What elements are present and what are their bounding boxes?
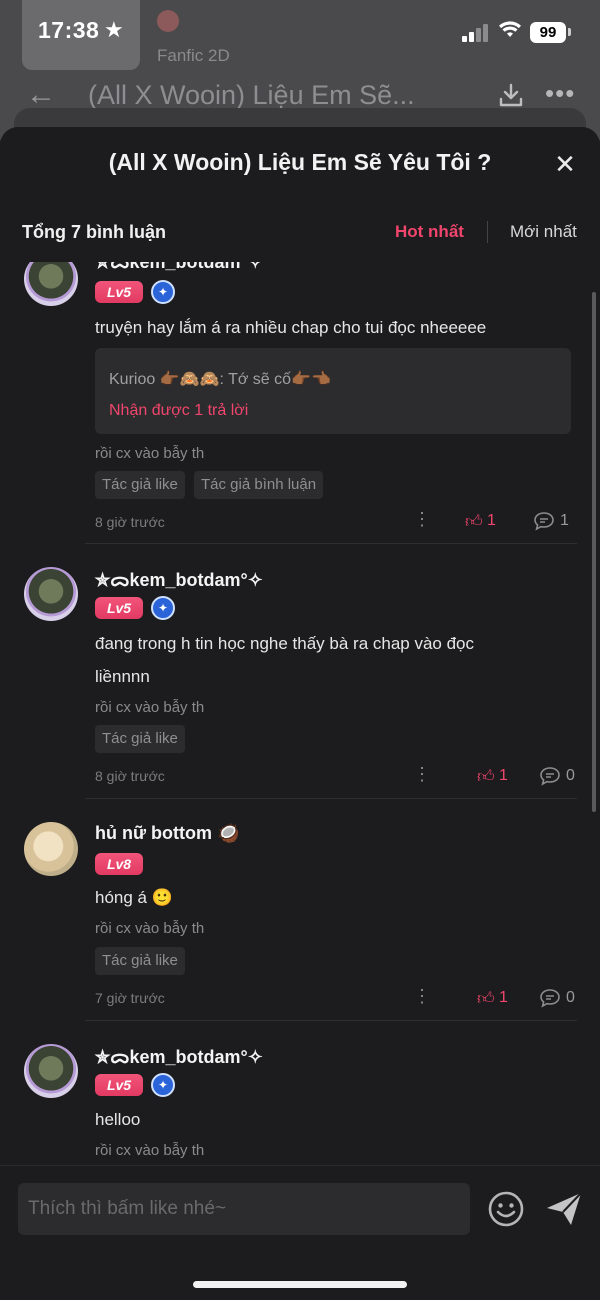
reply-bubble-icon [540, 767, 560, 786]
like-button[interactable]: 👍︎ 1 [477, 988, 527, 1010]
user-signature: rồi cx vào bẫy th [95, 1142, 205, 1159]
author-like-tag: Tác giả like [95, 947, 185, 975]
comment-input-bar [0, 1165, 600, 1300]
reply-button[interactable]: 0 [539, 766, 584, 788]
avatar[interactable] [24, 262, 78, 306]
like-button[interactable]: 👍︎ 1 [477, 766, 527, 788]
battery-indicator: 99 [530, 22, 566, 43]
more-icon[interactable]: ••• [545, 78, 575, 109]
background-subtitle: Fanfic 2D [157, 46, 230, 65]
comment-text: hóng á 🙂 [95, 888, 173, 907]
avatar[interactable] [24, 822, 78, 876]
author-like-tag: Tác giả like [95, 725, 185, 753]
dots-icon[interactable]: ⋮ [413, 765, 431, 783]
back-arrow-icon[interactable]: ← [26, 80, 56, 110]
like-count: 1 [499, 989, 508, 1006]
emoji-icon[interactable] [487, 1190, 525, 1228]
view-replies-link[interactable]: Nhận được 1 trả lời [109, 402, 248, 420]
comment-separator [85, 543, 577, 544]
home-indicator[interactable] [193, 1281, 407, 1288]
like-button[interactable]: 👍︎ 1 [465, 511, 515, 533]
level-badge: Lv5 [95, 281, 143, 303]
avatar[interactable] [24, 567, 78, 621]
comment-username[interactable]: hủ nữ bottom 🥥 [95, 823, 239, 844]
reply-preview[interactable]: Kurioo 👉🏾🙈🙈: Tớ sẽ cố👉🏾👈🏾 Nhận được 1 tr… [95, 348, 571, 434]
user-signature: rồi cx vào bẫy th [95, 445, 205, 462]
sort-new-tab[interactable]: Mới nhất [510, 222, 577, 242]
send-icon[interactable] [544, 1189, 584, 1229]
scrollbar[interactable] [592, 292, 596, 812]
level-badge: Lv5 [95, 1074, 143, 1096]
comment-username[interactable]: ✮ᯅkem_botdam°✧ [95, 568, 263, 592]
comment-input[interactable] [18, 1183, 470, 1235]
thumbs-up-icon: 👍︎ [465, 512, 483, 531]
comment-username[interactable]: ✮ᯅkem_botdam°✧ [95, 1045, 263, 1069]
comment-time: 8 giờ trước [95, 514, 165, 530]
author-comment-tag: Tác giả bình luận [194, 471, 324, 499]
comment-text-continued: liềnnnn [95, 667, 150, 686]
wifi-icon [499, 21, 521, 37]
app-icon [157, 10, 179, 32]
comment-separator [85, 798, 577, 799]
comment-text: đang trong h tin học nghe thấy bà ra cha… [95, 634, 474, 653]
thumbs-up-icon: 👍︎ [477, 767, 495, 786]
author-like-tag: Tác giả like [95, 471, 185, 499]
comment-time: 7 giờ trước [95, 990, 165, 1006]
reply-count: 1 [560, 512, 569, 529]
avatar[interactable] [24, 1044, 78, 1098]
like-count: 1 [499, 767, 508, 784]
reply-button[interactable]: 1 [533, 511, 578, 533]
sheet-title: (All X Wooin) Liệu Em Sẽ Yêu Tôi ? [108, 149, 492, 175]
comments-sheet: (All X Wooin) Liệu Em Sẽ Yêu Tôi ? ✕ Tổn… [0, 127, 600, 1299]
medal-icon: ✦ [151, 280, 175, 304]
comment-text: helloo [95, 1110, 141, 1129]
medal-icon: ✦ [151, 596, 175, 620]
star-icon: ★ [104, 17, 124, 42]
sort-hot-tab[interactable]: Hot nhất [395, 222, 464, 242]
comment-count: Tổng 7 bình luận [22, 222, 166, 242]
level-badge: Lv8 [95, 853, 143, 875]
reply-count: 0 [566, 989, 575, 1006]
reply-bubble-icon [540, 989, 560, 1008]
reply-button[interactable]: 0 [539, 988, 584, 1010]
dots-icon[interactable]: ⋮ [413, 510, 431, 528]
background-title: (All X Wooin) Liệu Em Sẽ... [88, 80, 415, 110]
background-app: Fanfic 2D 17:38 ★ 99 ← (All X Wooin) Liệ… [0, 0, 600, 140]
reply-bubble-icon [534, 512, 554, 531]
signal-icon [462, 22, 492, 42]
like-count: 1 [487, 512, 496, 529]
thumbs-up-icon: 👍︎ [477, 989, 495, 1008]
download-icon[interactable] [498, 82, 524, 108]
sort-divider [487, 221, 488, 243]
reply-count: 0 [566, 767, 575, 784]
reply-preview-text: Kurioo 👉🏾🙈🙈: Tớ sẽ cố👉🏾👈🏾 [109, 371, 331, 388]
comment-text: truyện hay lắm á ra nhiều chap cho tui đ… [95, 318, 487, 337]
dots-icon[interactable]: ⋮ [413, 987, 431, 1005]
close-icon[interactable]: ✕ [548, 147, 582, 181]
battery-tip [568, 28, 571, 36]
status-time: 17:38 [38, 17, 100, 43]
comment-separator [85, 1020, 577, 1021]
comment-time: 8 giờ trước [95, 768, 165, 784]
level-badge: Lv5 [95, 597, 143, 619]
comment-username[interactable]: ✮ᯅkem_botdam°✧ [95, 262, 263, 274]
user-signature: rồi cx vào bẫy th [95, 699, 205, 716]
comment-list[interactable]: ✮ᯅkem_botdam°✧ Lv5 ✦ truyện hay lắm á ra… [0, 262, 600, 1167]
user-signature: rồi cx vào bẫy th [95, 920, 205, 937]
medal-icon: ✦ [151, 1073, 175, 1097]
